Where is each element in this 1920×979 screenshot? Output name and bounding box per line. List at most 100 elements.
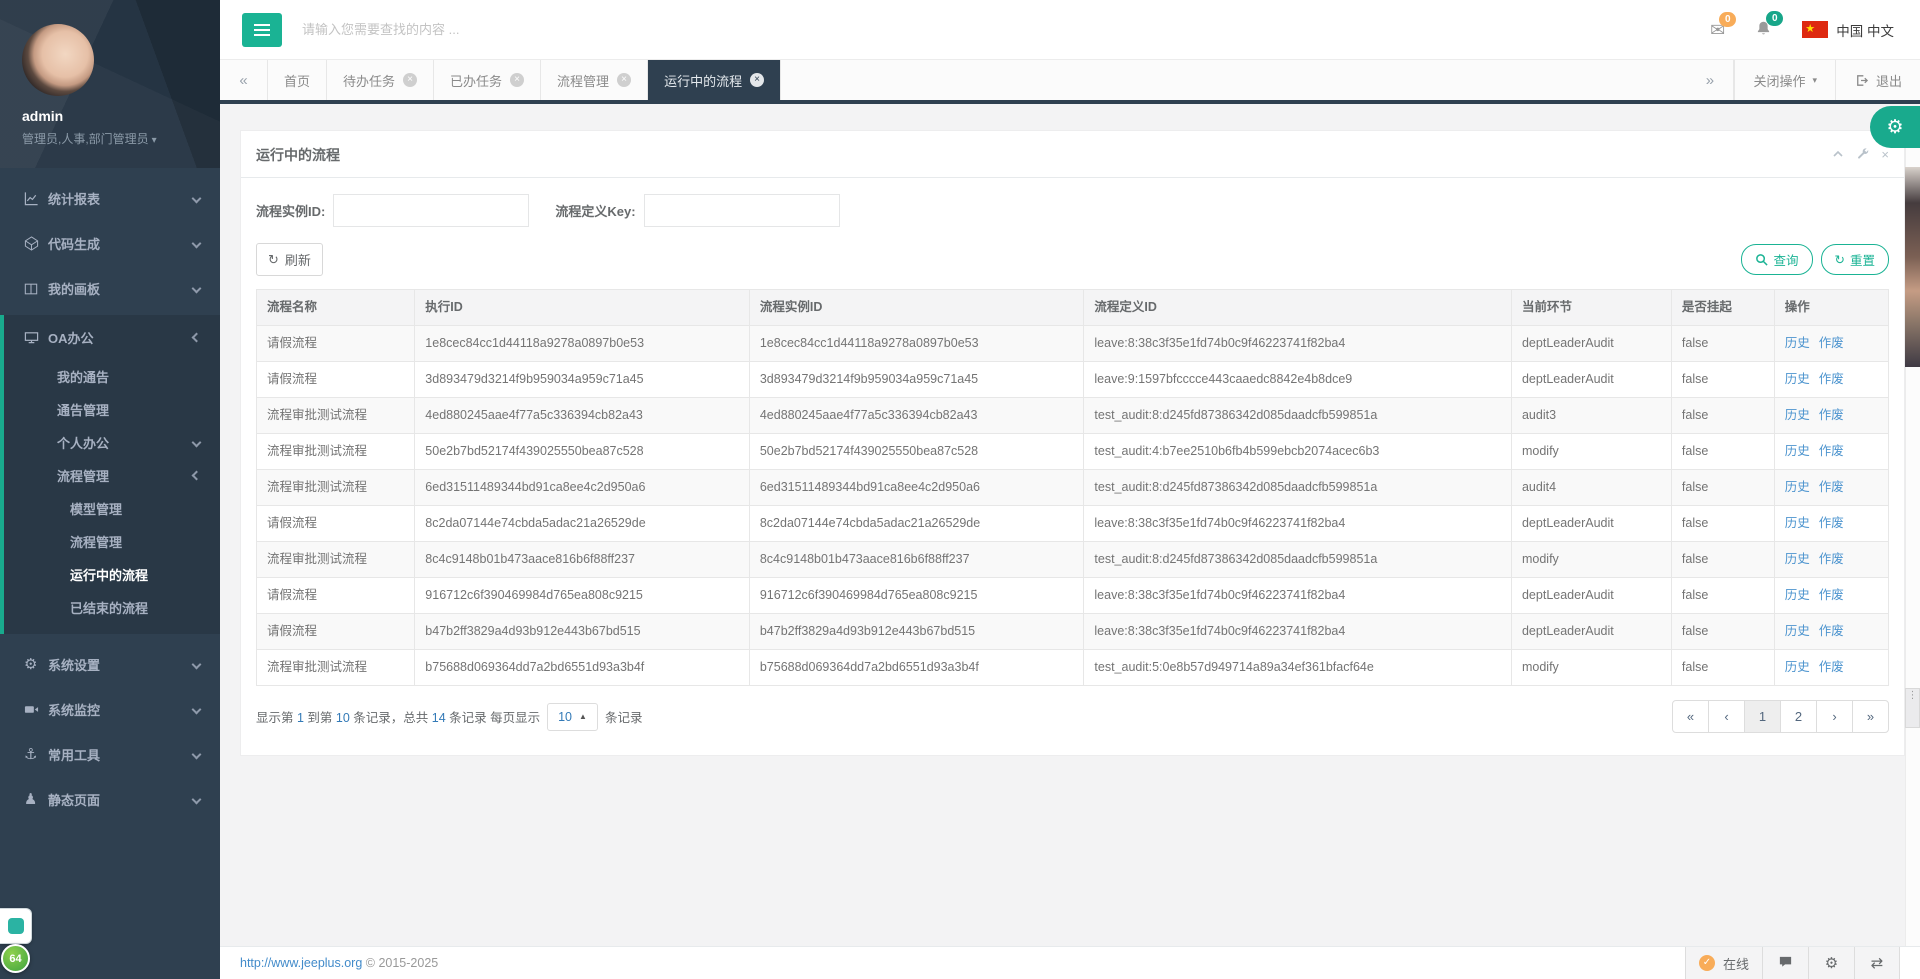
cell-operations: 历史 作废 <box>1773 325 1890 362</box>
sidebar-item-notice-mgmt[interactable]: 通告管理 <box>4 393 220 426</box>
scrollbar-thumb[interactable] <box>1905 167 1920 367</box>
invalidate-link[interactable]: 作废 <box>1819 660 1844 674</box>
cell-current-node: modify <box>1510 433 1672 470</box>
cell-process-definition-id: leave:8:38c3f35e1fd74b0c9f46223741f82ba4 <box>1083 505 1512 542</box>
sidebar-item-label: 常用工具 <box>48 748 101 763</box>
tab-close-icon[interactable]: × <box>403 73 418 87</box>
wrench-icon[interactable] <box>1856 147 1869 163</box>
sidebar-item-personal-office[interactable]: 个人办公 <box>4 426 220 459</box>
user-roles-dropdown[interactable]: 管理员,人事,部门管理员 ▾ <box>22 130 220 147</box>
cell-process-name: 请假流程 <box>255 361 416 398</box>
invalidate-link[interactable]: 作废 <box>1819 480 1844 494</box>
invalidate-link[interactable]: 作废 <box>1819 588 1844 602</box>
tab-running-processes[interactable]: 运行中的流程 × <box>648 60 782 100</box>
sidebar-item-finished-processes[interactable]: 已结束的流程 <box>4 591 220 624</box>
page-button-page-1[interactable]: 1 <box>1744 700 1781 733</box>
invalidate-link[interactable]: 作废 <box>1819 552 1844 566</box>
download-widget[interactable] <box>0 908 32 944</box>
definition-key-input[interactable] <box>643 194 840 227</box>
invalidate-link[interactable]: 作废 <box>1819 372 1844 386</box>
sidebar-item-code-gen[interactable]: 代码生成 <box>0 221 220 266</box>
exit-button[interactable]: 退出 <box>1834 60 1920 100</box>
menu-toggle-button[interactable] <box>242 12 282 47</box>
notifications-badge: 0 <box>1766 10 1784 26</box>
sidebar-item-oa-office[interactable]: OA办公 <box>4 315 220 360</box>
invalidate-link[interactable]: 作废 <box>1819 516 1844 530</box>
tab-process-mgmt[interactable]: 流程管理 × <box>541 60 649 100</box>
instance-id-input[interactable] <box>333 194 530 227</box>
page-size-dropdown[interactable]: 10 ▲ <box>547 702 598 731</box>
language-selector[interactable]: ★ 中国 中文 <box>1802 20 1894 40</box>
cell-suspended: false <box>1670 433 1775 470</box>
history-link[interactable]: 历史 <box>1785 588 1810 602</box>
sidebar-item-system-settings[interactable]: ⚙ 系统设置 <box>0 642 220 687</box>
history-link[interactable]: 历史 <box>1785 408 1810 422</box>
sidebar-item-stats-report[interactable]: 统计报表 <box>0 176 220 221</box>
page-button-next[interactable]: › <box>1816 700 1853 733</box>
collapse-icon[interactable] <box>1832 148 1844 163</box>
download-badge[interactable]: 64 <box>1 944 30 973</box>
sidebar-item-label: 流程管理 <box>57 469 110 484</box>
messages-button[interactable]: ✉ 0 <box>1710 11 1737 39</box>
tab-todo-tasks[interactable]: 待办任务 × <box>327 60 435 100</box>
tab-home[interactable]: 首页 <box>268 60 328 100</box>
query-button[interactable]: 查询 <box>1741 244 1813 275</box>
page-button-last[interactable]: » <box>1852 700 1889 733</box>
sidebar-item-process-mgmt[interactable]: 流程管理 <box>4 459 220 492</box>
page-button-first[interactable]: « <box>1672 700 1709 733</box>
global-search-input[interactable] <box>302 22 632 37</box>
query-label: 查询 <box>1773 254 1799 268</box>
tab-done-tasks[interactable]: 已办任务 × <box>434 60 542 100</box>
sidebar-item-label: 静态页面 <box>48 793 101 808</box>
drag-handle[interactable]: ⋮ <box>1905 688 1920 728</box>
sidebar-item-common-tools[interactable]: ⚓ 常用工具 <box>0 732 220 777</box>
tab-close-icon[interactable]: × <box>750 73 765 87</box>
sidebar-item-static-pages[interactable]: ♟ 静态页面 <box>0 777 220 822</box>
sidebar-item-label: 流程管理 <box>70 535 123 550</box>
history-link[interactable]: 历史 <box>1785 624 1810 638</box>
tab-close-icon[interactable]: × <box>510 73 525 87</box>
sidebar-item-label: 已结束的流程 <box>70 601 149 616</box>
refresh-button[interactable]: ↻ 刷新 <box>256 243 323 276</box>
copyright: © 2015-2025 <box>362 956 439 970</box>
settings-button[interactable]: ⚙ <box>1808 947 1854 979</box>
chat-button[interactable] <box>1762 947 1808 979</box>
invalidate-link[interactable]: 作废 <box>1819 336 1844 350</box>
cell-suspended: false <box>1670 577 1775 614</box>
page-button-page-2[interactable]: 2 <box>1780 700 1817 733</box>
history-link[interactable]: 历史 <box>1785 516 1810 530</box>
close-operations-dropdown[interactable]: 关闭操作 ▾ <box>1734 60 1835 100</box>
cell-process-instance-id: 6ed31511489344bd91ca8ee4c2d950a6 <box>748 469 1085 506</box>
page-size-value: 10 <box>558 709 573 724</box>
history-link[interactable]: 历史 <box>1785 444 1810 458</box>
close-panel-icon[interactable]: × <box>1881 148 1889 163</box>
sidebar-item-my-dashboard[interactable]: 我的画板 <box>0 266 220 311</box>
history-link[interactable]: 历史 <box>1785 480 1810 494</box>
sidebar-item-process-mgmt-list[interactable]: 流程管理 <box>4 525 220 558</box>
history-link[interactable]: 历史 <box>1785 336 1810 350</box>
online-status-button[interactable]: ✓ 在线 <box>1684 947 1762 979</box>
sidebar-item-my-notices[interactable]: 我的通告 <box>4 360 220 393</box>
invalidate-link[interactable]: 作废 <box>1819 444 1844 458</box>
cell-execution-id: 8c2da07144e74cbda5adac21a26529de <box>414 505 750 542</box>
invalidate-link[interactable]: 作废 <box>1819 408 1844 422</box>
processes-table: 流程名称 执行ID 流程实例ID 流程定义ID 当前环节 是否挂起 操作 请假流程 1e8cec… <box>255 289 1890 686</box>
layout-switch-button[interactable]: ⇄ <box>1854 947 1900 979</box>
page-button-prev[interactable]: ‹ <box>1708 700 1745 733</box>
cell-process-instance-id: 4ed880245aae4f77a5c336394cb82a43 <box>748 397 1085 434</box>
history-link[interactable]: 历史 <box>1785 372 1810 386</box>
history-link[interactable]: 历史 <box>1785 660 1810 674</box>
history-link[interactable]: 历史 <box>1785 552 1810 566</box>
sidebar-item-running-processes[interactable]: 运行中的流程 <box>4 558 220 591</box>
tab-close-icon[interactable]: × <box>617 73 632 87</box>
notifications-button[interactable]: 0 <box>1755 10 1784 40</box>
reset-button[interactable]: ↻ 重置 <box>1820 244 1889 275</box>
invalidate-link[interactable]: 作废 <box>1819 624 1844 638</box>
theme-settings-button[interactable]: ⚙ <box>1870 106 1920 148</box>
tabs-scroll-right-button[interactable]: » <box>1686 60 1735 100</box>
jeeplus-link[interactable]: http://www.jeeplus.org <box>240 956 362 970</box>
sidebar-item-model-mgmt[interactable]: 模型管理 <box>4 492 220 525</box>
tabs-scroll-left-button[interactable]: « <box>220 60 268 100</box>
sidebar-item-system-monitor[interactable]: 系统监控 <box>0 687 220 732</box>
avatar[interactable] <box>22 24 94 96</box>
